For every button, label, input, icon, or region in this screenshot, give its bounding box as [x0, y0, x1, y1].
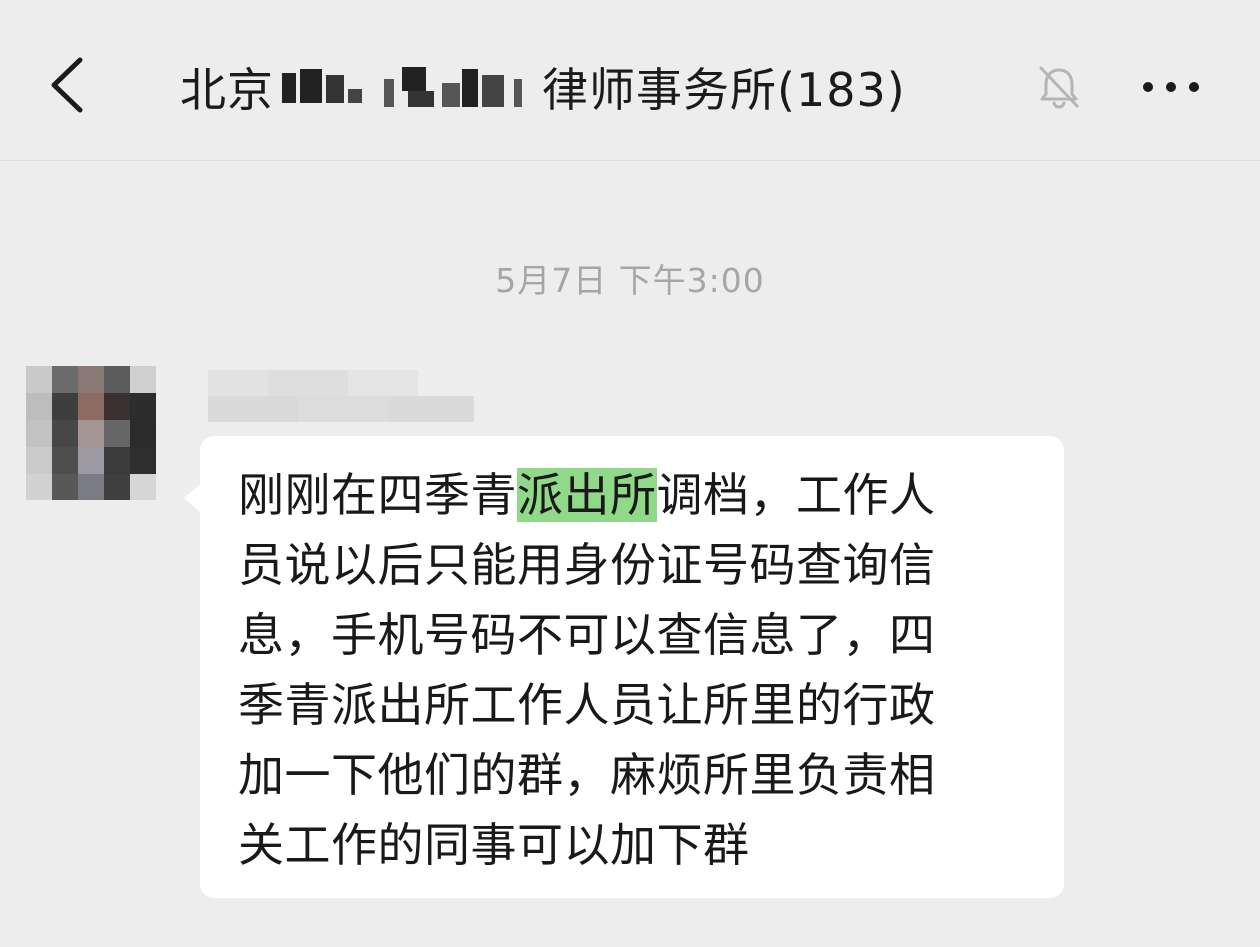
- message-line-2: 员说以后只能用身份证号码查询信: [238, 538, 936, 592]
- chat-title-suffix: 律师事务所(183): [542, 63, 906, 117]
- more-options-button[interactable]: [1136, 64, 1206, 110]
- redacted-title-part: [278, 65, 370, 109]
- highlighted-text: 派出所: [517, 468, 657, 522]
- sender-name-redacted: [208, 368, 478, 424]
- chevron-left-icon: [51, 57, 83, 113]
- bell-off-icon: [1034, 62, 1084, 112]
- chat-header: 北京 律师事务所(183): [0, 0, 1260, 161]
- message-line-1: 刚刚在四季青派出所调档，工作人: [238, 468, 936, 522]
- message-text: 刚刚在四季青派出所调档，工作人 员说以后只能用身份证号码查询信 息，手机号码不可…: [238, 460, 1038, 880]
- ellipsis-icon: [1143, 82, 1199, 92]
- sender-avatar[interactable]: [26, 366, 158, 500]
- redacted-title-part-2: [378, 65, 538, 109]
- message-bubble[interactable]: 刚刚在四季青派出所调档，工作人 员说以后只能用身份证号码查询信 息，手机号码不可…: [184, 436, 1064, 898]
- message-line-3: 息，手机号码不可以查信息了，四: [238, 608, 936, 662]
- message-line-4: 季青派出所工作人员让所里的行政: [238, 678, 936, 732]
- message-line-5: 加一下他们的群，麻烦所里负责相: [238, 748, 936, 802]
- chat-title-prefix: 北京: [180, 63, 274, 117]
- message-timestamp: 5月7日 下午3:00: [495, 261, 765, 300]
- chat-title: 北京 律师事务所(183): [180, 52, 906, 122]
- message-line-6: 关工作的同事可以加下群: [238, 818, 750, 872]
- back-button[interactable]: [40, 50, 100, 120]
